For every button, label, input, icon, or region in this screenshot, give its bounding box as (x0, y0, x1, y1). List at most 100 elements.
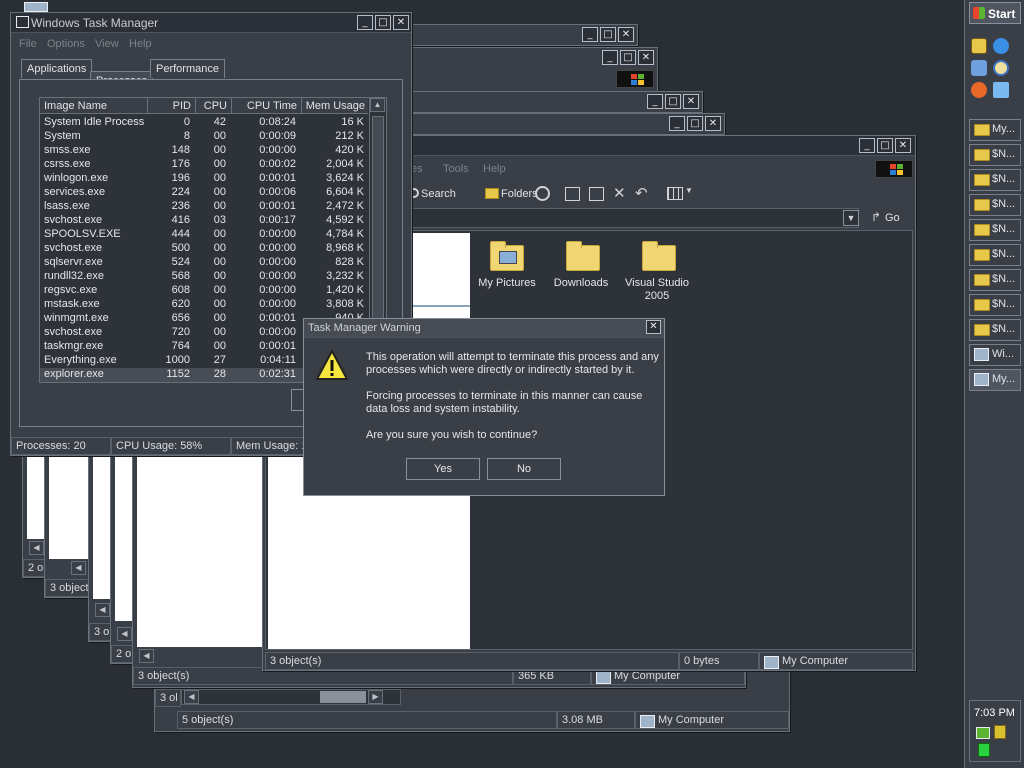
maximize-button[interactable]: □ (877, 138, 893, 153)
taskbar-button[interactable]: $N... (969, 194, 1021, 216)
desktop-icon[interactable] (24, 2, 48, 12)
scroll-right-button[interactable]: ▶ (368, 690, 383, 704)
process-row[interactable]: lsass.exe 236 00 0:00:01 2,472 K (40, 200, 368, 214)
cascade-window-small-2[interactable]: ◀ 3 object (44, 450, 94, 598)
menu-favorites[interactable]: es (411, 163, 423, 175)
internet-explorer-icon[interactable] (993, 38, 1009, 54)
background-window-3[interactable]: _ □ ✕ (405, 91, 703, 113)
menu-help[interactable]: Help (483, 163, 506, 175)
taskbar-button[interactable]: Wi... (969, 344, 1021, 366)
close-button[interactable]: ✕ (705, 116, 721, 131)
taskbar-button[interactable]: My... (969, 119, 1021, 141)
minimize-button[interactable]: _ (602, 50, 618, 65)
close-button[interactable]: ✕ (646, 320, 661, 334)
taskbar-button[interactable]: $N... (969, 269, 1021, 291)
close-button[interactable]: ✕ (393, 15, 409, 30)
maximize-button[interactable]: □ (620, 50, 636, 65)
process-row[interactable]: mstask.exe 620 00 0:00:00 3,808 K (40, 298, 368, 312)
taskbar-button[interactable]: My... (969, 369, 1021, 391)
maximize-button[interactable]: □ (375, 15, 391, 30)
warning-dialog[interactable]: Task Manager Warning ✕ This operation wi… (303, 318, 665, 496)
scroll-left-button[interactable]: ◀ (29, 541, 44, 555)
taskbar-button[interactable]: $N... (969, 294, 1021, 316)
show-desktop-icon[interactable] (971, 38, 987, 54)
taskbar-button[interactable]: $N... (969, 219, 1021, 241)
scroll-up-button[interactable]: ▲ (370, 98, 385, 112)
process-row[interactable]: System Idle Process 0 42 0:08:24 16 K (40, 116, 368, 130)
minimize-button[interactable]: _ (582, 27, 598, 42)
background-window-2[interactable]: _ □ ✕ (405, 47, 658, 92)
taskbar-button[interactable]: $N... (969, 169, 1021, 191)
taskbar-button[interactable]: $N... (969, 144, 1021, 166)
process-row[interactable]: svchost.exe 500 00 0:00:00 8,968 K (40, 242, 368, 256)
minimize-button[interactable]: _ (357, 15, 373, 30)
maximize-button[interactable]: □ (600, 27, 616, 42)
process-row[interactable]: sqlservr.exe 524 00 0:00:00 828 K (40, 256, 368, 270)
views-dropdown-icon[interactable]: ▼ (685, 186, 693, 195)
background-window-4[interactable]: _ □ ✕ (405, 113, 725, 135)
horizontal-scrollbar[interactable]: ◀ ▶ (181, 689, 401, 705)
close-button[interactable]: ✕ (638, 50, 654, 65)
background-window-1[interactable]: _ □ ✕ (405, 24, 638, 46)
network-icon[interactable] (976, 727, 990, 739)
yes-button[interactable]: Yes (406, 458, 480, 480)
copy-to-icon[interactable] (589, 187, 604, 201)
menu-options[interactable]: Options (47, 38, 85, 50)
column-image-name[interactable]: Image Name (40, 98, 148, 114)
column-pid[interactable]: PID (148, 98, 196, 114)
scroll-left-button[interactable]: ◀ (139, 649, 154, 663)
minimize-button[interactable]: _ (647, 94, 663, 109)
scroll-thumb[interactable] (372, 116, 384, 346)
views-icon[interactable] (667, 187, 683, 200)
volume-icon[interactable] (994, 725, 1006, 739)
process-row[interactable]: regsvc.exe 608 00 0:00:00 1,420 K (40, 284, 368, 298)
scroll-thumb[interactable] (320, 691, 366, 703)
close-button[interactable]: ✕ (895, 138, 911, 153)
column-mem-usage[interactable]: Mem Usage (302, 98, 370, 114)
close-button[interactable]: ✕ (618, 27, 634, 42)
scroll-left-button[interactable]: ◀ (184, 690, 199, 704)
scroll-left-button[interactable]: ◀ (95, 603, 110, 617)
process-row[interactable]: smss.exe 148 00 0:00:00 420 K (40, 144, 368, 158)
folders-button[interactable]: Folders (501, 188, 538, 200)
menu-help[interactable]: Help (129, 38, 152, 50)
address-dropdown-icon[interactable]: ▼ (843, 210, 859, 226)
tab-applications[interactable]: Applications (21, 59, 93, 78)
scroll-left-button[interactable]: ◀ (117, 627, 132, 641)
firefox-icon[interactable] (971, 82, 987, 98)
process-row[interactable]: svchost.exe 416 03 0:00:17 4,592 K (40, 214, 368, 228)
go-button[interactable]: Go (885, 212, 900, 224)
minimize-button[interactable]: _ (859, 138, 875, 153)
process-row[interactable]: SPOOLSV.EXE 444 00 0:00:00 4,784 K (40, 228, 368, 242)
close-button[interactable]: ✕ (683, 94, 699, 109)
process-row[interactable]: winlogon.exe 196 00 0:00:01 3,624 K (40, 172, 368, 186)
process-row[interactable]: rundll32.exe 568 00 0:00:00 3,232 K (40, 270, 368, 284)
battery-icon[interactable] (978, 743, 990, 757)
maximize-button[interactable]: □ (665, 94, 681, 109)
search-button[interactable]: Search (421, 188, 456, 200)
search-icon[interactable] (993, 60, 1009, 76)
clock[interactable]: 7:03 PM (974, 707, 1015, 719)
maximize-button[interactable]: □ (687, 116, 703, 131)
minimize-button[interactable]: _ (669, 116, 685, 131)
outlook-icon[interactable] (971, 60, 987, 76)
start-button[interactable]: Start (969, 2, 1021, 24)
messenger-icon[interactable] (993, 82, 1009, 98)
process-row[interactable]: csrss.exe 176 00 0:00:02 2,004 K (40, 158, 368, 172)
no-button[interactable]: No (487, 458, 561, 480)
process-row[interactable]: services.exe 224 00 0:00:06 6,604 K (40, 186, 368, 200)
scroll-left-button[interactable]: ◀ (71, 561, 86, 575)
undo-icon[interactable]: ↶ (635, 184, 648, 202)
menu-view[interactable]: View (95, 38, 119, 50)
process-row[interactable]: System 8 00 0:00:09 212 K (40, 130, 368, 144)
menu-file[interactable]: File (19, 38, 37, 50)
menu-tools[interactable]: Tools (443, 163, 469, 175)
delete-icon[interactable]: ✕ (613, 184, 626, 202)
tab-performance[interactable]: Performance (150, 59, 225, 78)
folder-item-visual-studio[interactable]: Visual Studio 2005 (612, 237, 702, 302)
column-cpu-time[interactable]: CPU Time (232, 98, 302, 114)
task-manager-titlebar[interactable]: Windows Task Manager _ □ ✕ (11, 13, 411, 33)
column-cpu[interactable]: CPU (196, 98, 232, 114)
taskbar-button[interactable]: $N... (969, 319, 1021, 341)
warning-dialog-titlebar[interactable]: Task Manager Warning ✕ (304, 319, 664, 338)
